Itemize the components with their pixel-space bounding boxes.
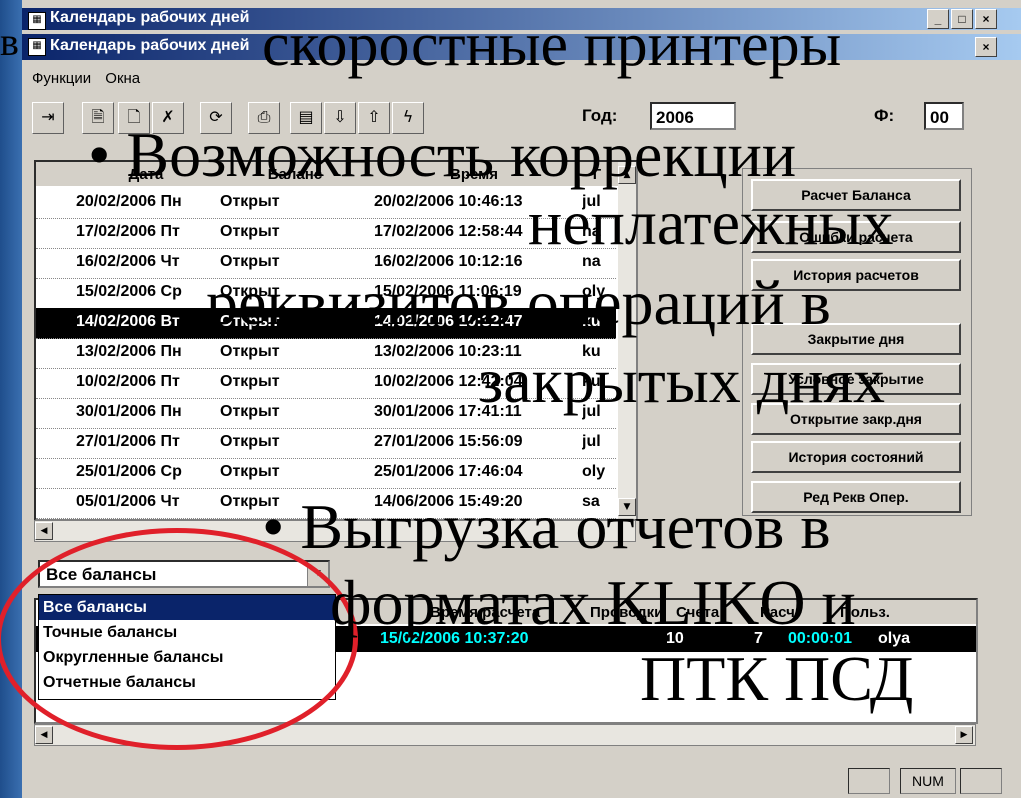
- balance-cell: Открыт: [220, 343, 280, 360]
- close-button[interactable]: ×: [975, 37, 997, 57]
- balance-cell: Открыт: [220, 223, 280, 240]
- time-cell: 27/01/2006 15:56:09: [374, 433, 523, 450]
- balance-cell: Открыт: [220, 433, 280, 450]
- status-bar: NUM: [22, 762, 1021, 798]
- slide-bullet-2-cont: форматах KLIKO и: [330, 567, 856, 638]
- state-history-button[interactable]: История состояний: [751, 441, 961, 473]
- scroll-left-icon[interactable]: ◀: [35, 522, 53, 540]
- slide-bullet-2-cont: ПТК ПСД: [640, 643, 914, 714]
- date-cell: 10/02/2006 Пт: [76, 373, 180, 390]
- date-cell: 27/01/2006 Пт: [76, 433, 180, 450]
- scroll-right-icon[interactable]: ▶: [955, 726, 973, 744]
- slide-bullet-1-cont: неплатежных: [528, 187, 894, 258]
- date-cell: 25/01/2006 Ср: [76, 463, 182, 480]
- app-icon: ▦: [28, 38, 46, 56]
- time-cell: 20/02/2006 10:46:13: [374, 193, 523, 210]
- menu-windows[interactable]: Окна: [105, 70, 140, 87]
- date-cell: 05/01/2006 Чт: [76, 493, 180, 510]
- status-cell: [848, 768, 890, 794]
- menu-functions[interactable]: Функции: [32, 70, 91, 87]
- date-cell: 20/02/2006 Пн: [76, 193, 182, 210]
- date-cell: 16/02/2006 Чт: [76, 253, 180, 270]
- slide-bullet-1-cont: реквизитов операций в: [206, 267, 831, 338]
- app-icon: ▦: [28, 12, 46, 30]
- back-maximize-button[interactable]: □: [951, 9, 973, 29]
- table-row[interactable]: 25/01/2006 Ср Открыт 25/01/2006 17:46:04 ol…: [36, 458, 616, 489]
- status-cell: [960, 768, 1002, 794]
- date-cell: 30/01/2006 Пн: [76, 403, 182, 420]
- f-input[interactable]: 00: [924, 102, 964, 130]
- scroll-left-icon[interactable]: ◀: [35, 726, 53, 744]
- back-window-title: Календарь рабочих дней: [50, 9, 250, 26]
- date-cell: 17/02/2006 Пт: [76, 223, 180, 240]
- window-title: Календарь рабочих дней: [50, 37, 250, 54]
- date-cell: 15/02/2006 Ср: [76, 283, 182, 300]
- back-minimize-button[interactable]: _: [927, 9, 949, 29]
- table-row[interactable]: 27/01/2006 Пт Открыт 27/01/2006 15:56:09 ju…: [36, 428, 616, 459]
- balance-cell: Открыт: [220, 193, 280, 210]
- f-label: Ф:: [874, 106, 895, 125]
- time-cell: 25/01/2006 17:46:04: [374, 463, 523, 480]
- time-cell: 17/02/2006 12:58:44: [374, 223, 523, 240]
- slide-bullet-1: • Возможность коррекции: [88, 119, 797, 190]
- balance-cell: Открыт: [220, 373, 280, 390]
- date-cell: 13/02/2006 Пн: [76, 343, 182, 360]
- user-cell: jul: [582, 433, 601, 450]
- balance-cell: Открыт: [220, 403, 280, 420]
- back-close-button[interactable]: ×: [975, 9, 997, 29]
- balance-cell: Открыт: [220, 463, 280, 480]
- slide-fragment: в: [0, 19, 19, 64]
- slide-line: скоростные принтеры: [262, 11, 842, 79]
- slide-bullet-2: • Выгрузка отчетов в: [262, 491, 831, 562]
- user-cell: oly: [582, 463, 606, 480]
- exit-icon[interactable]: ⇥: [32, 102, 64, 134]
- slide-bullet-1-cont: закрытых днях: [478, 345, 885, 416]
- date-cell: 14/02/2006 Вт: [76, 313, 180, 330]
- num-lock-indicator: NUM: [900, 768, 956, 794]
